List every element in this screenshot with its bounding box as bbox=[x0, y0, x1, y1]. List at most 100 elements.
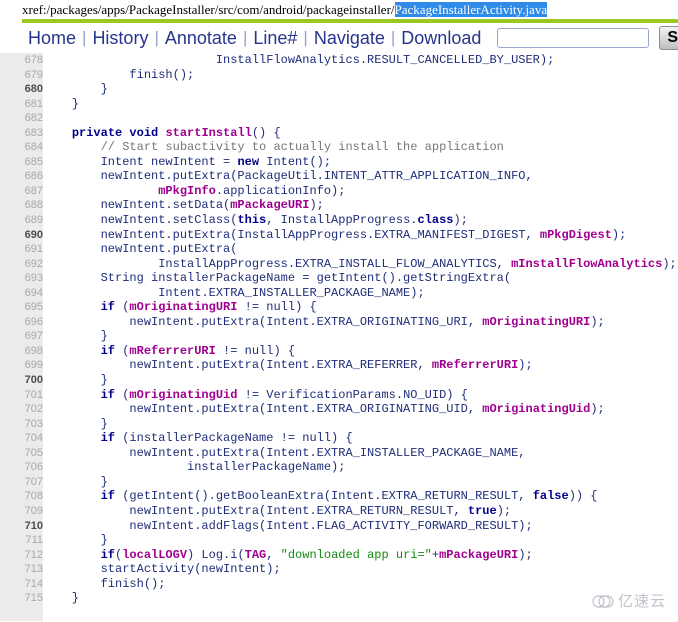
line-number[interactable]: 702 bbox=[0, 402, 43, 417]
code-line-source: newIntent.setClass(this, InstallAppProgr… bbox=[43, 213, 678, 228]
line-number[interactable]: 701 bbox=[0, 387, 43, 403]
code-token-plain: newIntent.addFlags(Intent.FLAG_ACTIVITY_… bbox=[43, 518, 533, 533]
nav-link-history[interactable]: History bbox=[86, 27, 154, 49]
code-token-ident[interactable]: mReferrerURI bbox=[129, 344, 215, 358]
code-token-plain: finish(); bbox=[43, 576, 166, 591]
code-line-source: newIntent.putExtra(Intent.EXTRA_ORIGINAT… bbox=[43, 402, 678, 417]
code-token-ident[interactable]: mPkgInfo bbox=[158, 184, 216, 198]
search-input[interactable] bbox=[497, 28, 650, 48]
line-number[interactable]: 697 bbox=[0, 329, 43, 344]
line-number[interactable]: 712 bbox=[0, 547, 43, 563]
code-line-source: if(localLOGV) Log.i(TAG, "downloaded app… bbox=[43, 548, 678, 563]
line-number[interactable]: 689 bbox=[0, 213, 43, 228]
code-line: 684 // Start subactivity to actually ins… bbox=[0, 140, 678, 155]
code-line-source: finish(); bbox=[43, 577, 678, 592]
code-table: 678 InstallFlowAnalytics.RESULT_CANCELLE… bbox=[0, 53, 678, 606]
code-line-source: newIntent.putExtra(PackageUtil.INTENT_AT… bbox=[43, 169, 678, 184]
code-token-ident[interactable]: TAG bbox=[245, 548, 267, 562]
code-line: 709 newIntent.putExtra(Intent.EXTRA_RETU… bbox=[0, 503, 678, 519]
code-line: 679 finish(); bbox=[0, 67, 678, 83]
line-number[interactable]: 696 bbox=[0, 314, 43, 330]
code-token-plain: ); bbox=[309, 198, 324, 213]
code-token-ident[interactable]: mOriginatingURI bbox=[129, 300, 237, 314]
code-token-plain: ); bbox=[453, 213, 468, 228]
nav-link-download[interactable]: Download bbox=[395, 27, 487, 49]
code-token-ident[interactable]: mOriginatingUid bbox=[129, 388, 237, 402]
code-token-keyword: false bbox=[532, 489, 569, 504]
line-number[interactable]: 715 bbox=[0, 591, 43, 606]
code-line: 707 } bbox=[0, 474, 678, 490]
line-number[interactable]: 714 bbox=[0, 576, 43, 592]
code-line-source: } bbox=[43, 373, 678, 388]
line-number[interactable]: 687 bbox=[0, 183, 43, 199]
nav-link-home[interactable]: Home bbox=[22, 27, 82, 49]
code-line-source: InstallFlowAnalytics.RESULT_CANCELLED_BY… bbox=[43, 53, 678, 68]
line-number[interactable]: 703 bbox=[0, 416, 43, 432]
line-number[interactable]: 694 bbox=[0, 285, 43, 301]
line-number[interactable]: 698 bbox=[0, 343, 43, 359]
line-number[interactable]: 706 bbox=[0, 460, 43, 475]
line-number[interactable]: 688 bbox=[0, 198, 43, 214]
line-number[interactable]: 708 bbox=[0, 489, 43, 504]
code-token-ident[interactable]: localLOGV bbox=[122, 548, 187, 562]
code-token-plain: Intent.EXTRA_INSTALLER_PACKAGE_NAME); bbox=[43, 285, 425, 300]
code-line-source: // Start subactivity to actually install… bbox=[43, 140, 678, 155]
line-number[interactable]: 710 bbox=[0, 518, 43, 534]
xref-current-file[interactable]: PackageInstallerActivity.java bbox=[394, 2, 548, 17]
code-token-keyword: new bbox=[237, 154, 260, 169]
line-number[interactable]: 700 bbox=[0, 373, 43, 388]
code-token-plain: newIntent.putExtra(Intent.EXTRA_ORIGINAT… bbox=[43, 314, 483, 329]
nav-link-line-number[interactable]: Line# bbox=[247, 27, 303, 49]
line-number[interactable]: 692 bbox=[0, 256, 43, 272]
code-token-ident[interactable]: mPkgDigest bbox=[540, 228, 612, 242]
code-token-ident[interactable]: startInstall bbox=[165, 126, 251, 140]
code-token-keyword: if bbox=[100, 387, 116, 402]
line-number[interactable]: 704 bbox=[0, 431, 43, 446]
line-number[interactable]: 693 bbox=[0, 271, 43, 286]
code-token-plain: ( bbox=[115, 300, 130, 315]
line-number[interactable]: 705 bbox=[0, 445, 43, 461]
line-number[interactable]: 707 bbox=[0, 474, 43, 490]
code-token-ident[interactable]: mInstallFlowAnalytics bbox=[511, 257, 662, 271]
code-line-source: if (mReferrerURI != null) { bbox=[43, 344, 678, 359]
code-token-plain: newIntent.putExtra(InstallAppProgress.EX… bbox=[43, 227, 540, 242]
code-token-keyword: if bbox=[100, 547, 116, 562]
line-number[interactable]: 684 bbox=[0, 140, 43, 155]
nav-link-navigate[interactable]: Navigate bbox=[308, 27, 391, 49]
line-number[interactable]: 683 bbox=[0, 125, 43, 141]
code-token-plain: (getIntent().getBooleanExtra(Intent.EXTR… bbox=[115, 489, 533, 504]
line-number[interactable]: 695 bbox=[0, 300, 43, 315]
search-button[interactable]: Search bbox=[659, 26, 678, 50]
code-token-plain: } bbox=[43, 533, 108, 548]
line-number[interactable]: 682 bbox=[0, 111, 43, 126]
code-line: 678 InstallFlowAnalytics.RESULT_CANCELLE… bbox=[0, 53, 678, 68]
code-token-plain: newIntent.setClass( bbox=[43, 213, 238, 228]
line-number[interactable]: 709 bbox=[0, 503, 43, 519]
code-token-ident[interactable]: mPackageURI bbox=[230, 198, 309, 212]
line-number[interactable]: 699 bbox=[0, 358, 43, 374]
line-number[interactable]: 691 bbox=[0, 242, 43, 257]
line-number[interactable]: 681 bbox=[0, 96, 43, 112]
source-code-viewer[interactable]: 678 InstallFlowAnalytics.RESULT_CANCELLE… bbox=[0, 53, 678, 621]
xref-path[interactable]: /packages/apps/PackageInstaller/src/com/… bbox=[47, 2, 395, 17]
line-number[interactable]: 690 bbox=[0, 227, 43, 243]
code-line-source: newIntent.putExtra(Intent.EXTRA_RETURN_R… bbox=[43, 504, 678, 519]
line-number[interactable]: 679 bbox=[0, 67, 43, 83]
code-line: 711 } bbox=[0, 533, 678, 548]
line-number[interactable]: 713 bbox=[0, 562, 43, 577]
code-token-plain: , InstallAppProgress. bbox=[266, 213, 418, 228]
line-number[interactable]: 680 bbox=[0, 82, 43, 97]
line-number[interactable]: 685 bbox=[0, 154, 43, 170]
line-number[interactable]: 686 bbox=[0, 169, 43, 184]
code-token-ident[interactable]: mOriginatingURI bbox=[482, 315, 590, 329]
code-token-plain: } bbox=[43, 591, 80, 606]
nav-link-annotate[interactable]: Annotate bbox=[159, 27, 243, 49]
code-token-ident[interactable]: mReferrerURI bbox=[432, 358, 518, 372]
code-token-ident[interactable]: mPackageURI bbox=[439, 548, 518, 562]
code-token-plain: String installerPackageName = getIntent(… bbox=[43, 271, 512, 286]
line-number[interactable]: 678 bbox=[0, 53, 43, 68]
line-number[interactable]: 711 bbox=[0, 533, 43, 548]
code-token-comment: // Start subactivity to actually install… bbox=[100, 140, 504, 155]
code-token-string: "downloaded app uri=" bbox=[280, 547, 432, 562]
code-token-ident[interactable]: mOriginatingUid bbox=[482, 402, 590, 416]
